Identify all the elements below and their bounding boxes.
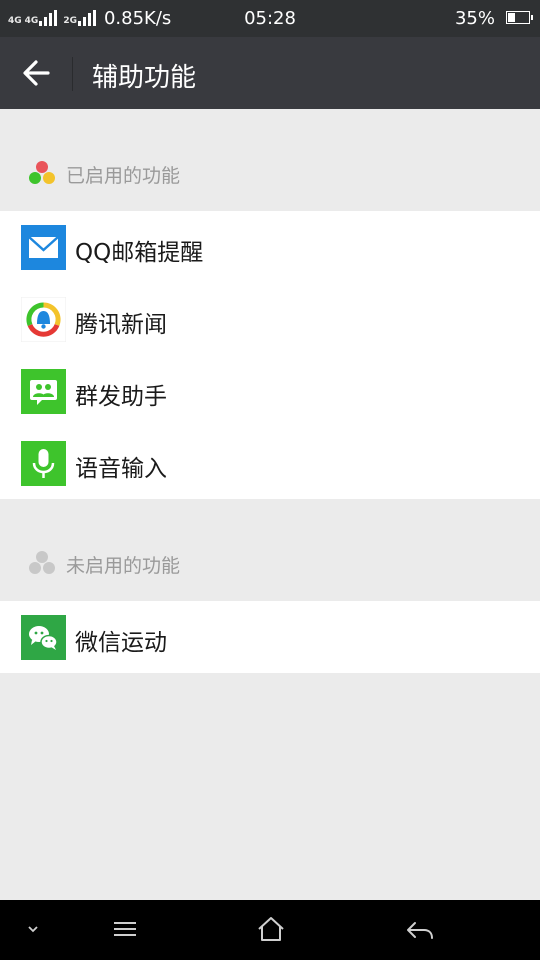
item-label: 微信运动 xyxy=(75,630,167,656)
battery-icon xyxy=(506,11,533,24)
item-label: QQ邮箱提醒 xyxy=(75,240,204,266)
disabled-section-header: 未启用的功能 xyxy=(0,532,540,592)
list-item-wechat-sport[interactable]: 微信运动 xyxy=(0,601,540,673)
title-divider xyxy=(72,57,73,91)
system-nav-bar xyxy=(0,900,540,960)
back-icon xyxy=(407,922,433,939)
enabled-feature-list: QQ邮箱提醒 腾讯新闻 群发助手 语音输入 xyxy=(0,211,540,499)
home-icon xyxy=(258,917,284,941)
title-bar: 辅助功能 xyxy=(0,37,540,109)
list-item-qq-mail[interactable]: QQ邮箱提醒 xyxy=(0,211,540,283)
battery-level xyxy=(508,13,515,22)
nav-dropdown-button[interactable] xyxy=(3,910,63,950)
status-bar: 4G 4G 2G 0.85K/s 05:28 35% xyxy=(0,0,540,37)
page-title: 辅助功能 xyxy=(92,63,197,93)
nav-home-button[interactable] xyxy=(241,910,301,950)
list-item-group-message[interactable]: 群发助手 xyxy=(0,355,540,427)
nav-menu-button[interactable] xyxy=(95,910,155,950)
back-button[interactable] xyxy=(14,53,58,93)
section-label: 已启用的功能 xyxy=(66,165,181,187)
menu-icon xyxy=(114,922,136,936)
section-label: 未启用的功能 xyxy=(66,555,181,577)
mail-icon xyxy=(21,225,66,270)
disabled-feature-list: 微信运动 xyxy=(0,601,540,673)
item-label: 群发助手 xyxy=(75,384,167,410)
nav-back-button[interactable] xyxy=(390,910,450,950)
item-label: 语音输入 xyxy=(75,456,167,482)
arrow-left-icon xyxy=(23,60,50,86)
list-item-tencent-news[interactable]: 腾讯新闻 xyxy=(0,283,540,355)
microphone-icon xyxy=(21,441,66,486)
wechat-icon xyxy=(21,615,66,660)
battery-percentage: 35% xyxy=(454,8,495,29)
item-label: 腾讯新闻 xyxy=(75,312,167,338)
tencent-news-icon xyxy=(21,297,66,342)
group-message-icon xyxy=(21,369,66,414)
colored-dots-icon xyxy=(29,161,55,184)
gray-dots-icon xyxy=(29,551,55,574)
chevron-down-icon xyxy=(28,926,38,933)
enabled-section-header: 已启用的功能 xyxy=(0,142,540,202)
list-item-voice-input[interactable]: 语音输入 xyxy=(0,427,540,499)
